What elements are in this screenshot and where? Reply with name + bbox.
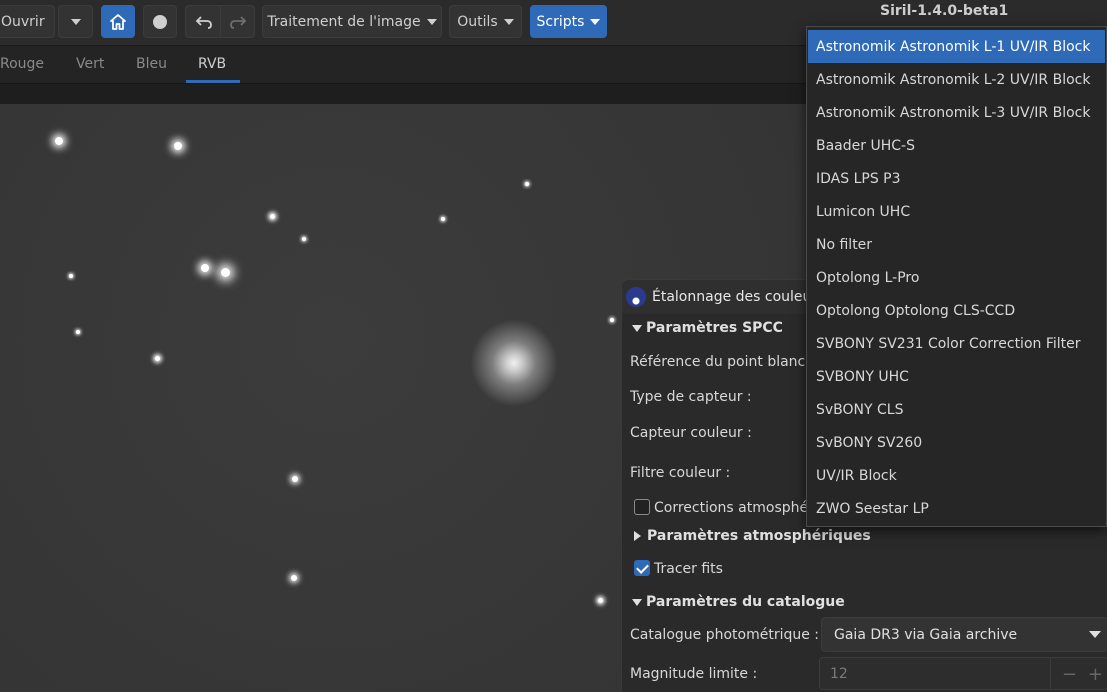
active-tab-indicator — [186, 80, 240, 83]
section-atmospheric-header[interactable]: Paramètres atmosphériques — [632, 528, 871, 544]
section-catalog-label: Paramètres du catalogue — [646, 594, 845, 610]
open-button[interactable]: Ouvrir — [0, 5, 55, 38]
limit-magnitude-value: 12 — [830, 665, 848, 682]
minus-icon[interactable]: − — [1062, 664, 1077, 685]
circle-icon — [153, 14, 167, 29]
triangle-down-icon — [632, 598, 642, 606]
star — [598, 598, 603, 603]
spinner-separator — [1050, 658, 1051, 689]
open-menu-button[interactable] — [58, 5, 93, 38]
chevron-down-icon — [1089, 631, 1101, 638]
star — [291, 575, 297, 581]
triangle-right-icon — [634, 531, 641, 541]
star — [174, 142, 182, 150]
dropdown-item[interactable]: SVBONY SV231 Color Correction Filter — [808, 327, 1105, 360]
chevron-down-icon — [590, 18, 601, 25]
scripts-menu-button[interactable]: Scripts — [530, 5, 607, 38]
atmospheric-corrections-label: Corrections atmosphéri — [654, 500, 818, 516]
star — [525, 182, 529, 186]
limit-magnitude-spinner[interactable]: 12 − + — [819, 657, 1107, 690]
dropdown-item[interactable]: Optolong L-Pro — [808, 261, 1105, 294]
plot-fits-label: Tracer fits — [654, 561, 723, 577]
photometric-catalog-select[interactable]: Gaia DR3 via Gaia archive — [821, 617, 1107, 652]
dropdown-item[interactable]: SvBONY CLS — [808, 393, 1105, 426]
undo-icon — [195, 15, 212, 29]
star — [155, 356, 160, 361]
star — [76, 330, 80, 334]
dropdown-item[interactable]: Astronomik Astronomik L-3 UV/IR Block — [808, 96, 1105, 129]
plus-icon[interactable]: + — [1088, 664, 1103, 685]
tools-label: Outils — [457, 13, 498, 30]
tab-green[interactable]: Vert — [76, 56, 104, 72]
star — [270, 214, 275, 219]
dropdown-item[interactable]: UV/IR Block — [808, 459, 1105, 492]
triangle-down-icon — [632, 324, 642, 332]
open-button-label: Ouvrir — [1, 13, 45, 30]
star — [201, 264, 209, 272]
image-processing-label: Traitement de l'image — [267, 13, 421, 30]
tab-red[interactable]: Rouge — [0, 56, 44, 72]
dropdown-item[interactable]: Astronomik Astronomik L-2 UV/IR Block — [808, 63, 1105, 96]
tab-blue[interactable]: Bleu — [136, 56, 167, 72]
photometric-catalog-value: Gaia DR3 via Gaia archive — [834, 626, 1018, 643]
star — [55, 137, 63, 145]
sensor-type-label: Type de capteur : — [630, 389, 752, 405]
scripts-label: Scripts — [536, 13, 585, 30]
color-filter-dropdown: Astronomik Astronomik L-1 UV/IR Block As… — [806, 26, 1107, 527]
redo-icon — [229, 15, 246, 29]
dropdown-item[interactable]: Baader UHC-S — [808, 129, 1105, 162]
image-processing-menu-button[interactable]: Traitement de l'image — [262, 5, 442, 38]
dropdown-item[interactable]: SVBONY UHC — [808, 360, 1105, 393]
section-catalog-header[interactable]: Paramètres du catalogue — [632, 594, 845, 610]
star — [69, 274, 73, 278]
limit-magnitude-label: Magnitude limite : — [630, 666, 758, 682]
star — [302, 237, 306, 241]
siril-app-icon — [626, 287, 646, 307]
record-button[interactable] — [143, 5, 177, 38]
dropdown-item[interactable]: Lumicon UHC — [808, 195, 1105, 228]
dropdown-item[interactable]: ZWO Seestar LP — [808, 492, 1105, 525]
star — [292, 476, 298, 482]
dropdown-item[interactable]: Optolong Optolong CLS-CCD — [808, 294, 1105, 327]
chevron-down-icon — [426, 18, 437, 25]
dialog-title: Étalonnage des couleurs — [652, 289, 825, 305]
dropdown-item[interactable]: SvBONY SV260 — [808, 426, 1105, 459]
photometric-catalog-label: Catalogue photométrique : — [630, 627, 820, 643]
atmospheric-corrections-checkbox[interactable] — [634, 499, 650, 515]
dropdown-item[interactable]: No filter — [808, 228, 1105, 261]
color-filter-label: Filtre couleur : — [630, 465, 731, 481]
chevron-down-icon — [70, 18, 81, 25]
star — [221, 268, 230, 277]
section-spcc-header[interactable]: Paramètres SPCC — [632, 320, 783, 336]
window-title: Siril-1.4.0-beta1 — [880, 3, 1009, 19]
tools-menu-button[interactable]: Outils — [449, 5, 522, 38]
galaxy — [453, 302, 575, 424]
home-icon — [110, 13, 126, 30]
section-atmospheric-label: Paramètres atmosphériques — [647, 528, 871, 544]
star — [610, 318, 614, 322]
redo-button[interactable] — [220, 5, 255, 38]
undo-button[interactable] — [185, 5, 221, 38]
white-reference-label: Référence du point blanc : — [630, 354, 815, 370]
dropdown-item[interactable]: Astronomik Astronomik L-1 UV/IR Block — [808, 30, 1105, 63]
home-button[interactable] — [101, 5, 135, 38]
plot-fits-checkbox[interactable] — [634, 560, 650, 576]
tab-rgb[interactable]: RVB — [198, 56, 226, 72]
section-spcc-label: Paramètres SPCC — [646, 320, 783, 336]
dropdown-item[interactable]: IDAS LPS P3 — [808, 162, 1105, 195]
color-sensor-label: Capteur couleur : — [630, 425, 752, 441]
star — [441, 217, 445, 221]
chevron-down-icon — [503, 18, 514, 25]
